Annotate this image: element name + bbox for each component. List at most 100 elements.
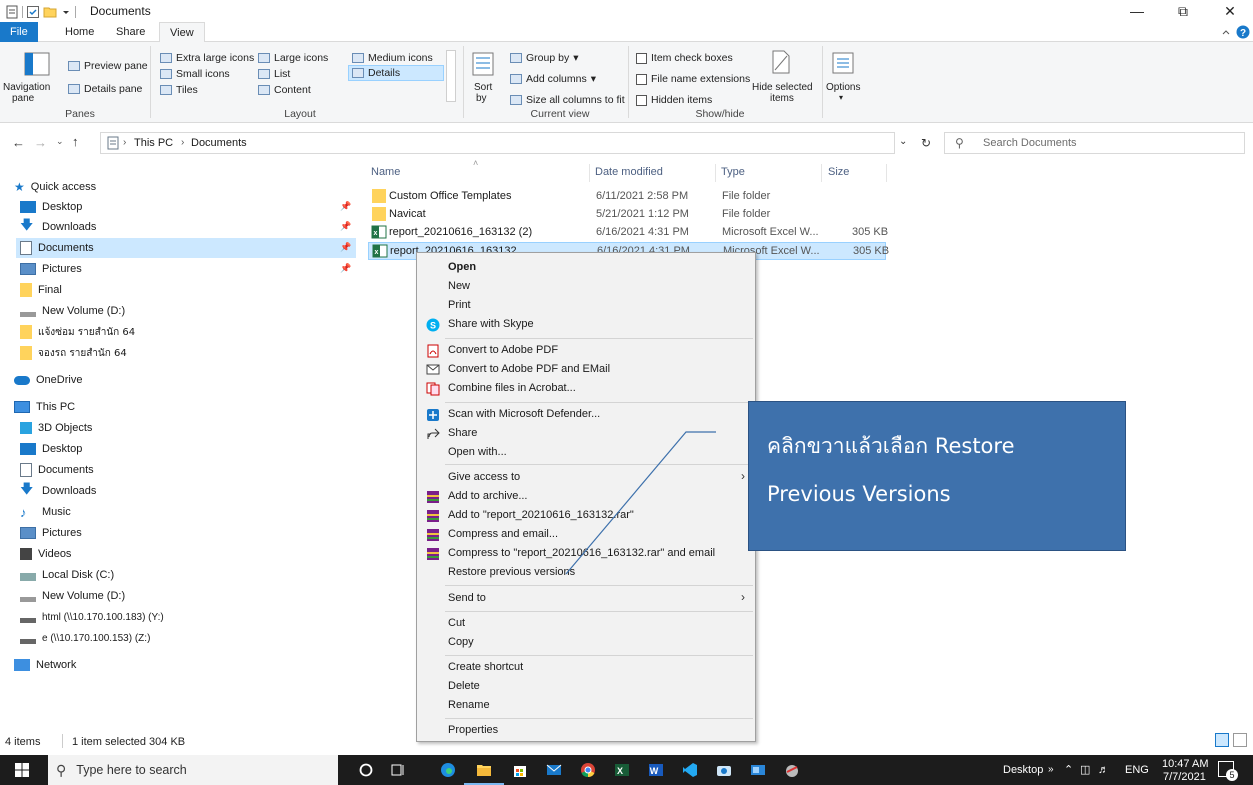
clock-date[interactable]: 7/7/2021 [1163, 771, 1206, 783]
details-pane-button[interactable]: Details pane [68, 83, 142, 95]
pin-icon[interactable]: 📌 [340, 242, 351, 253]
layout-content[interactable]: Content [258, 84, 311, 96]
menu-convert-pdf-email[interactable]: Convert to Adobe PDF and EMail [448, 359, 610, 379]
menu-scan-defender[interactable]: Scan with Microsoft Defender... [448, 404, 600, 424]
column-header-type[interactable]: Type [721, 166, 745, 178]
large-icons-view-icon[interactable] [1233, 733, 1247, 747]
tray-overflow-icon[interactable]: ⌃ [1064, 755, 1073, 785]
nav-pc-videos[interactable]: Videos [20, 544, 71, 564]
group-by-button[interactable]: Group by ▾ [510, 52, 578, 64]
menu-compress-email[interactable]: Compress and email... [448, 524, 558, 544]
preview-pane-button[interactable]: Preview pane [68, 60, 148, 72]
column-divider[interactable] [886, 164, 887, 182]
tab-view[interactable]: View [159, 22, 205, 42]
menu-new[interactable]: New [448, 276, 470, 296]
add-columns-button[interactable]: Add columns ▾ [510, 73, 596, 85]
app-icon[interactable] [750, 762, 766, 778]
word-icon[interactable]: W [648, 762, 664, 778]
layout-details[interactable]: Details [348, 65, 444, 81]
recent-locations-icon[interactable]: ⌄ [56, 136, 64, 147]
help-icon[interactable]: ? [1236, 25, 1250, 39]
app-icon-2[interactable] [784, 762, 800, 778]
clock-time[interactable]: 10:47 AM [1162, 758, 1208, 770]
checkbox[interactable] [636, 73, 647, 85]
taskbar-search[interactable]: ⚲ Type here to search [48, 755, 338, 785]
menu-combine-acrobat[interactable]: Combine files in Acrobat... [448, 378, 576, 398]
restore-button[interactable]: ⧉ [1160, 0, 1206, 22]
close-button[interactable]: ✕ [1207, 0, 1253, 22]
nav-pc-music[interactable]: ♪ Music [20, 502, 71, 522]
vscode-icon[interactable] [682, 762, 698, 778]
sort-by-icon[interactable] [472, 52, 494, 76]
column-header-size[interactable]: Size [828, 166, 849, 178]
menu-add-archive[interactable]: Add to archive... [448, 486, 528, 506]
pin-icon[interactable]: 📌 [340, 263, 351, 274]
file-row[interactable]: Custom Office Templates 6/11/2021 2:58 P… [368, 188, 886, 206]
layout-list[interactable]: List [258, 68, 290, 80]
menu-open[interactable]: Open [448, 257, 476, 277]
menu-add-rar[interactable]: Add to "report_20210616_163132.rar" [448, 505, 634, 525]
layout-large-icons[interactable]: Large icons [258, 52, 328, 64]
file-explorer-icon[interactable] [476, 762, 492, 778]
nav-this-pc[interactable]: This PC [14, 397, 75, 417]
column-header-name[interactable]: Name [371, 166, 400, 178]
nav-pc-network-drive-y[interactable]: html (\\10.170.100.183) (Y:) [20, 607, 164, 627]
search-input[interactable]: Search Documents [983, 137, 1077, 149]
tab-share[interactable]: Share [106, 22, 155, 42]
nav-pc-network-drive-z[interactable]: e (\\10.170.100.153) (Z:) [20, 628, 150, 648]
menu-create-shortcut[interactable]: Create shortcut [448, 657, 523, 677]
nav-qa-final[interactable]: Final [20, 280, 62, 300]
properties-check-icon[interactable] [27, 6, 39, 18]
edge-icon[interactable] [440, 762, 456, 778]
menu-send-to[interactable]: Send to [448, 588, 486, 608]
file-row[interactable]: x report_20210616_163132 (2) 6/16/2021 4… [368, 224, 888, 242]
ribbon-collapse-icon[interactable] [1221, 27, 1231, 37]
nav-qa-downloads[interactable]: 🡇 Downloads [20, 217, 96, 237]
nav-qa-thai-folder-1[interactable]: แจ้งซ่อม รายสำนัก 64 [20, 322, 135, 342]
nav-pc-downloads[interactable]: 🡇 Downloads [20, 481, 96, 501]
camera-icon[interactable] [716, 762, 732, 778]
navigation-pane-button[interactable]: Navigation [3, 82, 50, 93]
layout-small-icons[interactable]: Small icons [160, 68, 230, 80]
breadcrumb-documents[interactable]: Documents [191, 137, 247, 149]
hide-selected-button-line2[interactable]: items [770, 93, 794, 104]
menu-rename[interactable]: Rename [448, 695, 490, 715]
sort-by-button[interactable]: Sort [474, 82, 492, 93]
language-indicator[interactable]: ENG [1125, 755, 1149, 785]
menu-print[interactable]: Print [448, 295, 471, 315]
nav-pc-local-disk[interactable]: Local Disk (C:) [20, 565, 114, 585]
nav-qa-desktop[interactable]: Desktop [20, 197, 82, 217]
nav-quick-access[interactable]: ★ Quick access [14, 177, 96, 197]
menu-delete[interactable]: Delete [448, 676, 480, 696]
address-bar[interactable]: › This PC › Documents ⌄ ↻ [100, 132, 931, 154]
excel-icon[interactable]: X [614, 762, 630, 778]
layout-scrollbar[interactable] [446, 50, 456, 102]
chrome-icon[interactable] [580, 762, 596, 778]
nav-pc-3d-objects[interactable]: 3D Objects [20, 418, 92, 438]
minimize-button[interactable]: — [1114, 0, 1160, 22]
store-icon[interactable] [512, 762, 528, 778]
sort-by-button-line2[interactable]: by [476, 93, 487, 104]
new-folder-icon[interactable] [43, 6, 57, 18]
task-view-icon[interactable] [390, 762, 406, 778]
item-check-boxes-toggle[interactable]: Item check boxes [636, 52, 733, 64]
dropdown-arrow-icon[interactable] [61, 7, 71, 17]
size-all-columns-button[interactable]: Size all columns to fit [510, 94, 625, 106]
pin-icon[interactable]: 📌 [340, 221, 351, 232]
forward-arrow-icon[interactable]: → [34, 135, 47, 150]
menu-convert-pdf[interactable]: Convert to Adobe PDF [448, 340, 558, 360]
layout-medium-icons[interactable]: Medium icons [352, 52, 433, 64]
tab-file[interactable]: File [0, 22, 38, 42]
checkbox[interactable] [636, 94, 647, 106]
nav-pc-desktop[interactable]: Desktop [20, 439, 82, 459]
options-button[interactable]: Options [826, 82, 860, 93]
menu-share-skype[interactable]: Share with Skype [448, 314, 534, 334]
chevron-down-icon[interactable]: ▾ [839, 93, 843, 102]
menu-cut[interactable]: Cut [448, 613, 465, 633]
checkbox[interactable] [636, 52, 647, 64]
nav-pc-documents[interactable]: Documents [20, 460, 94, 480]
address-dropdown-icon[interactable]: ⌄ [899, 136, 907, 147]
cortana-icon[interactable] [358, 762, 374, 778]
mail-icon[interactable] [546, 762, 562, 778]
desktop-toolbar-label[interactable]: Desktop [1003, 755, 1043, 785]
